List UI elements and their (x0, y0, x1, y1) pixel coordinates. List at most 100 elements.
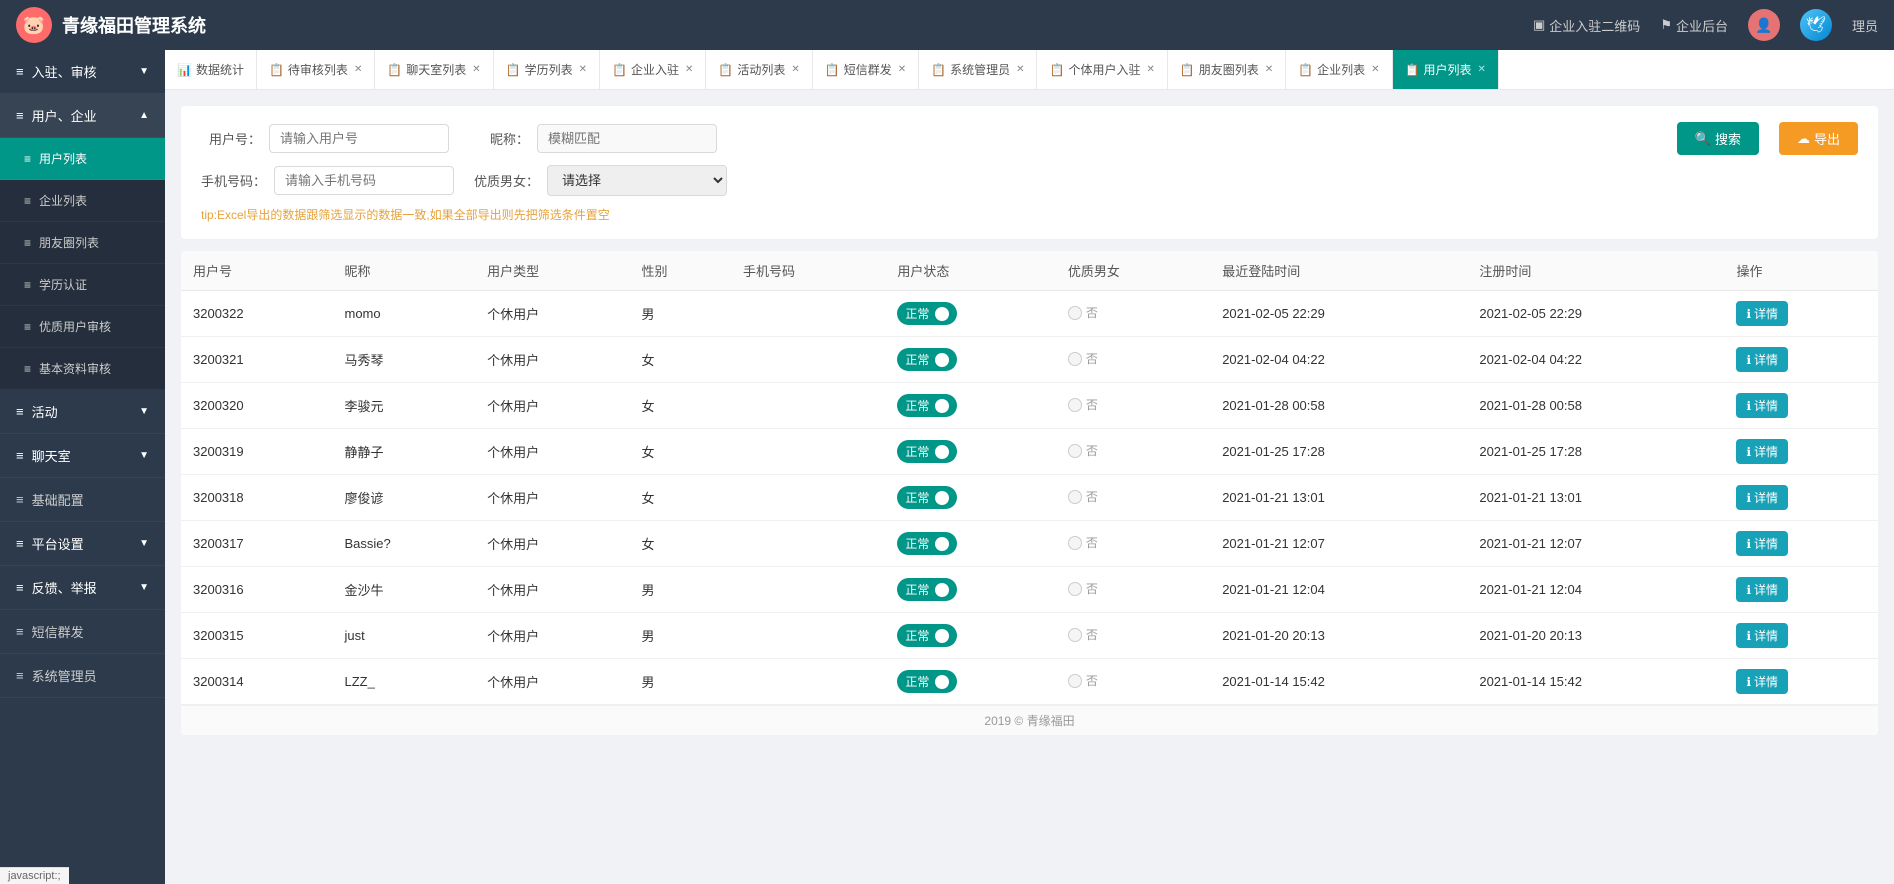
close-icon[interactable]: ✕ (1478, 64, 1486, 75)
user-avatar[interactable]: 👤 (1748, 9, 1780, 41)
sidebar-item-education[interactable]: ≡ 学历认证 (0, 264, 165, 306)
tab-icon: 📋 (1049, 63, 1064, 77)
status-toggle[interactable]: 正常 (897, 670, 957, 693)
nickname-label: 昵称： (469, 129, 529, 148)
detail-button[interactable]: ℹ 详情 (1736, 577, 1788, 602)
close-icon[interactable]: ✕ (898, 64, 906, 75)
tab-enterprise-list[interactable]: 📋 企业列表 ✕ (1286, 50, 1392, 90)
tab-icon: 📋 (269, 63, 284, 77)
close-icon[interactable]: ✕ (1016, 64, 1024, 75)
quality-select[interactable]: 请选择 是 否 (547, 165, 727, 196)
sidebar-item-moments[interactable]: ≡ 朋友圈列表 (0, 222, 165, 264)
form-row-2: 手机号码： 优质男女： 请选择 是 否 (201, 165, 1858, 196)
detail-button[interactable]: ℹ 详情 (1736, 623, 1788, 648)
nickname-input[interactable] (537, 124, 717, 153)
sidebar-item-platform[interactable]: ≡ 平台设置 ▼ (0, 522, 165, 566)
cell-status: 正常 (885, 291, 1056, 337)
tab-icon: 📋 (1298, 63, 1313, 77)
tab-activity[interactable]: 📋 活动列表 ✕ (706, 50, 812, 90)
tab-sys-admin[interactable]: 📋 系统管理员 ✕ (919, 50, 1037, 90)
status-toggle[interactable]: 正常 (897, 302, 957, 325)
quality-radio[interactable]: 否 (1068, 396, 1098, 413)
cell-nickname: 金沙牛 (333, 567, 476, 613)
close-icon[interactable]: ✕ (791, 64, 799, 75)
menu-icon: ≡ (16, 404, 24, 419)
close-icon[interactable]: ✕ (472, 64, 480, 75)
status-toggle[interactable]: 正常 (897, 486, 957, 509)
phone-input[interactable] (274, 166, 454, 195)
sidebar-item-sysadmin[interactable]: ≡ 系统管理员 (0, 654, 165, 698)
cell-reg-time: 2021-01-20 20:13 (1467, 613, 1724, 659)
tab-personal-join[interactable]: 📋 个体用户入驻 ✕ (1037, 50, 1167, 90)
tab-user-list[interactable]: 📋 用户列表 ✕ (1393, 50, 1499, 90)
cell-action: ℹ 详情 (1724, 291, 1878, 337)
sidebar-item-chatroom[interactable]: ≡ 聊天室 ▼ (0, 434, 165, 478)
userid-input[interactable] (269, 124, 449, 153)
menu-icon: ≡ (24, 152, 31, 166)
detail-button[interactable]: ℹ 详情 (1736, 485, 1788, 510)
close-icon[interactable]: ✕ (1146, 64, 1154, 75)
close-icon[interactable]: ✕ (685, 64, 693, 75)
radio-circle (1068, 398, 1082, 412)
tab-data-stats[interactable]: 📊 数据统计 (165, 50, 257, 90)
detail-button[interactable]: ℹ 详情 (1736, 393, 1788, 418)
quality-radio[interactable]: 否 (1068, 672, 1098, 689)
search-button[interactable]: 🔍 搜索 (1677, 122, 1759, 155)
status-toggle[interactable]: 正常 (897, 532, 957, 555)
detail-button[interactable]: ℹ 详情 (1736, 669, 1788, 694)
sidebar-item-basic-config[interactable]: ≡ 基础配置 (0, 478, 165, 522)
tab-icon: 📋 (718, 63, 733, 77)
status-toggle[interactable]: 正常 (897, 578, 957, 601)
close-icon[interactable]: ✕ (1371, 64, 1379, 75)
sidebar-item-basic-audit[interactable]: ≡ 基本资料审核 (0, 348, 165, 390)
sidebar-item-user-enterprise[interactable]: ≡ 用户、企业 ▲ (0, 94, 165, 138)
sidebar-item-entry-audit[interactable]: ≡ 入驻、审核 ▼ (0, 50, 165, 94)
upload-icon: ☁ (1797, 131, 1810, 147)
detail-button[interactable]: ℹ 详情 (1736, 439, 1788, 464)
status-toggle[interactable]: 正常 (897, 624, 957, 647)
status-toggle[interactable]: 正常 (897, 348, 957, 371)
quality-radio[interactable]: 否 (1068, 488, 1098, 505)
quality-radio[interactable]: 否 (1068, 534, 1098, 551)
quality-radio[interactable]: 否 (1068, 304, 1098, 321)
sidebar-item-quality-audit[interactable]: ≡ 优质用户审核 (0, 306, 165, 348)
quality-radio[interactable]: 否 (1068, 580, 1098, 597)
menu-icon: ≡ (16, 668, 24, 683)
quality-radio[interactable]: 否 (1068, 350, 1098, 367)
tab-sms[interactable]: 📋 短信群发 ✕ (813, 50, 919, 90)
sidebar-item-sms[interactable]: ≡ 短信群发 (0, 610, 165, 654)
tab-moments[interactable]: 📋 朋友圈列表 ✕ (1168, 50, 1286, 90)
cell-status: 正常 (885, 383, 1056, 429)
close-icon[interactable]: ✕ (1265, 64, 1273, 75)
tab-education[interactable]: 📋 学历列表 ✕ (494, 50, 600, 90)
quality-radio[interactable]: 否 (1068, 442, 1098, 459)
header: 🐷 青缘福田管理系统 ▣ 企业入驻二维码 ⚑ 企业后台 👤 🕊 理员 (0, 0, 1894, 50)
export-button[interactable]: ☁ 导出 (1779, 122, 1858, 155)
sidebar-item-enterprise-list[interactable]: ≡ 企业列表 (0, 180, 165, 222)
cell-reg-time: 2021-02-04 04:22 (1467, 337, 1724, 383)
tab-enterprise-join[interactable]: 📋 企业入驻 ✕ (600, 50, 706, 90)
cell-type: 个休用户 (475, 429, 629, 475)
detail-button[interactable]: ℹ 详情 (1736, 347, 1788, 372)
close-icon[interactable]: ✕ (579, 64, 587, 75)
detail-button[interactable]: ℹ 详情 (1736, 531, 1788, 556)
cell-status: 正常 (885, 521, 1056, 567)
cell-reg-time: 2021-01-25 17:28 (1467, 429, 1724, 475)
sidebar-item-activity[interactable]: ≡ 活动 ▼ (0, 390, 165, 434)
col-quality: 优质男女 (1056, 251, 1210, 291)
status-toggle[interactable]: 正常 (897, 394, 957, 417)
table-row: 3200317 Bassie? 个休用户 女 正常 否 2021-01-21 1… (181, 521, 1878, 567)
close-icon[interactable]: ✕ (354, 64, 362, 75)
sidebar-item-feedback[interactable]: ≡ 反馈、举报 ▼ (0, 566, 165, 610)
cell-reg-time: 2021-02-05 22:29 (1467, 291, 1724, 337)
tab-pending-audit[interactable]: 📋 待审核列表 ✕ (257, 50, 375, 90)
tab-chat-rooms[interactable]: 📋 聊天室列表 ✕ (375, 50, 493, 90)
sidebar-item-user-list[interactable]: ≡ 用户列表 (0, 138, 165, 180)
info-icon: ℹ (1746, 675, 1751, 689)
backend-btn[interactable]: ⚑ 企业后台 (1660, 16, 1728, 35)
status-toggle[interactable]: 正常 (897, 440, 957, 463)
quality-radio[interactable]: 否 (1068, 626, 1098, 643)
table-row: 3200316 金沙牛 个休用户 男 正常 否 2021-01-21 12:04… (181, 567, 1878, 613)
qr-code-btn[interactable]: ▣ 企业入驻二维码 (1533, 16, 1640, 35)
detail-button[interactable]: ℹ 详情 (1736, 301, 1788, 326)
